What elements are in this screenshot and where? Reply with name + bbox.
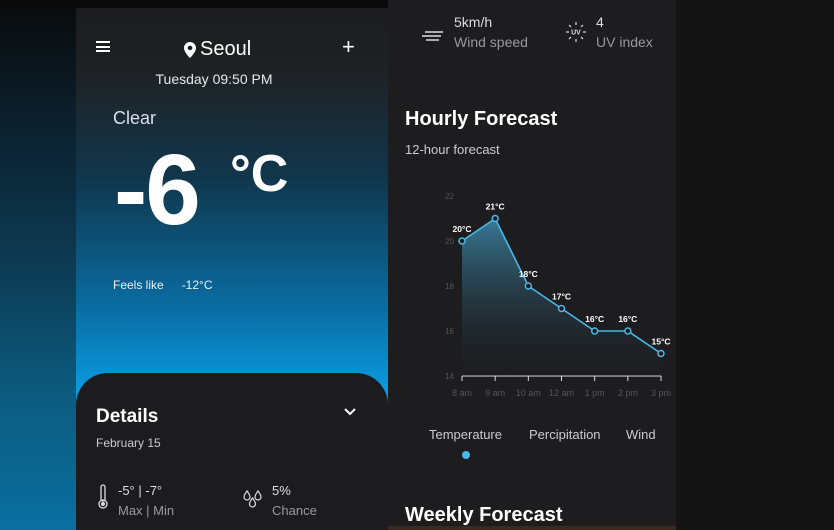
city-name: Seoul (200, 38, 252, 60)
details-title: Details (96, 406, 159, 427)
data-point (524, 282, 533, 290)
data-label: 16°C (618, 314, 637, 324)
y-tick-label: 18 (445, 282, 454, 291)
temp-range-value: -5° | -7° (118, 483, 163, 498)
current-temperature: -6 (114, 134, 201, 246)
tab-precipitation[interactable]: Percipitation (529, 427, 601, 442)
data-label: 18°C (519, 269, 538, 279)
uv-index-label: UV index (596, 34, 653, 50)
y-tick-label: 20 (445, 237, 454, 246)
x-tick-label: 8 am (452, 388, 472, 398)
wind-icon (422, 31, 443, 41)
current-weather-card: Seoul + Tuesday 09:50 PM Clear -6 °C Fee… (76, 8, 388, 530)
active-tab-indicator (462, 451, 470, 459)
y-tick-label: 14 (445, 372, 454, 381)
location-pin-icon (184, 41, 196, 58)
data-label: 20°C (453, 224, 472, 234)
tab-wind[interactable]: Wind (626, 427, 656, 442)
tab-temperature[interactable]: Temperature (429, 427, 502, 442)
data-label: 17°C (552, 292, 571, 302)
thermometer-icon (98, 484, 108, 509)
wind-speed-label: Wind speed (454, 34, 528, 50)
temp-range-label: Max | Min (118, 503, 175, 518)
y-tick-label: 16 (445, 327, 454, 336)
x-tick-label: 12 am (549, 388, 574, 398)
uv-index-stat: UV 4 UV index (566, 14, 653, 50)
feels-like: Feels like -12°C (113, 278, 213, 292)
details-date: February 15 (96, 436, 161, 450)
data-point (458, 237, 466, 245)
wind-speed-value: 5km/h (454, 14, 493, 30)
details-panel: Details February 15 -5° | -7° Max | Min (76, 373, 388, 530)
feels-like-label: Feels like (113, 278, 164, 292)
x-tick-label: 10 am (516, 388, 541, 398)
x-tick-label: 1 pm (585, 388, 605, 398)
data-point (657, 349, 665, 358)
feels-like-value: -12°C (181, 278, 213, 292)
hourly-forecast-subtitle: 12-hour forecast (405, 142, 500, 157)
bottom-divider (388, 526, 676, 530)
menu-icon[interactable] (96, 41, 110, 52)
uv-badge: UV (571, 30, 581, 37)
precip-chance-value: 5% (272, 483, 291, 498)
uv-sun-icon: UV (566, 22, 586, 42)
data-label: 15°C (652, 337, 671, 347)
data-point (491, 214, 499, 223)
data-point (557, 304, 566, 313)
precip-chance-label: Chance (272, 503, 317, 518)
x-tick-label: 3 pm (651, 388, 671, 398)
location[interactable]: Seoul (184, 38, 251, 61)
data-label: 21°C (486, 202, 505, 212)
add-location-icon[interactable]: + (342, 36, 355, 58)
weekly-forecast-title: Weekly Forecast (405, 504, 563, 526)
chevron-down-icon[interactable] (342, 403, 358, 419)
precip-chance-stat: 5% Chance (242, 483, 317, 518)
uv-index-value: 4 (596, 14, 604, 30)
weather-condition: Clear (113, 108, 157, 128)
y-tick-label: 22 (445, 192, 454, 201)
wind-speed-stat: 5km/h Wind speed (422, 14, 528, 50)
backdrop (676, 0, 834, 530)
raindrops-icon (243, 489, 262, 508)
data-point (590, 327, 599, 335)
x-tick-label: 9 am (485, 388, 505, 398)
hourly-forecast-title: Hourly Forecast (405, 108, 558, 130)
forecast-panel: 5km/h Wind speed UV 4 UV index Hourly Fo… (388, 0, 676, 530)
temp-range-stat: -5° | -7° Max | Min (96, 483, 174, 518)
date-time: Tuesday 09:50 PM (155, 71, 273, 87)
data-label: 16°C (585, 314, 604, 324)
temperature-unit: °C (230, 145, 289, 203)
x-tick-label: 2 pm (618, 388, 638, 398)
hourly-temperature-chart: 14 16 18 20 22 8 am 20°C 9 am 21°C 10 am 18°C 12 am… (445, 192, 671, 398)
data-point (624, 327, 632, 335)
